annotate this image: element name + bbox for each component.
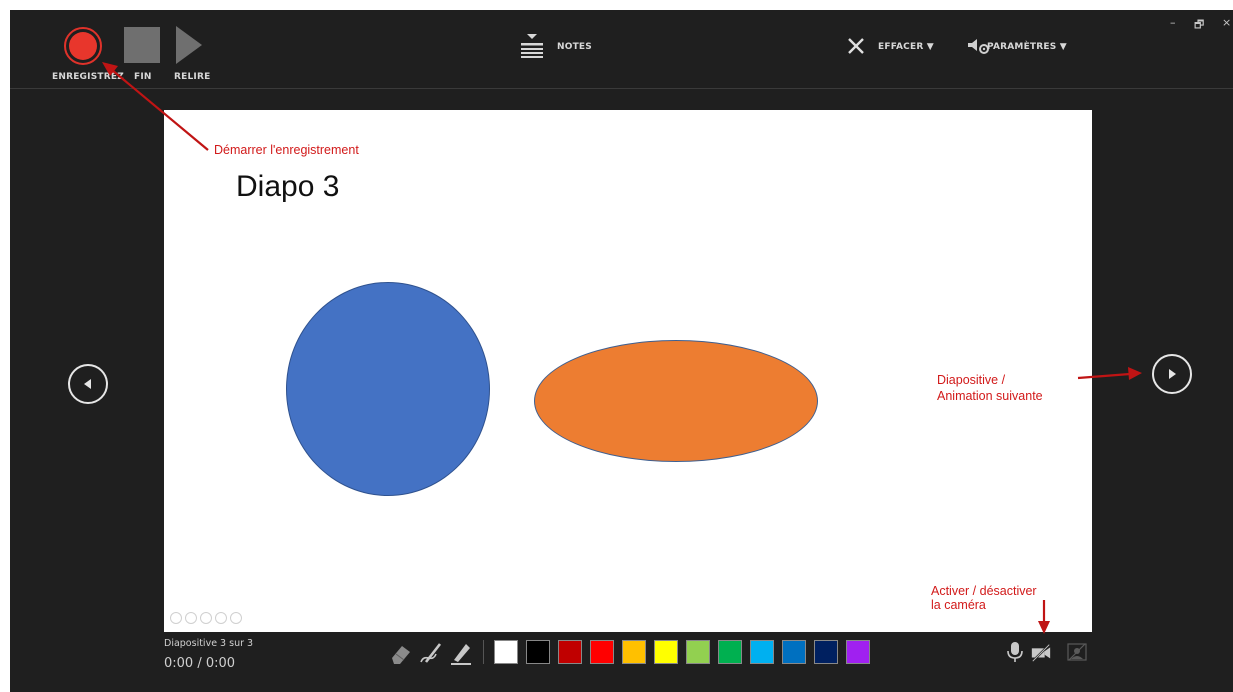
mini-more-icon[interactable] [230, 612, 242, 624]
notes-label[interactable]: NOTES [557, 42, 592, 52]
orange-ellipse-shape [534, 340, 818, 462]
color-swatch-3[interactable] [558, 640, 582, 664]
color-swatch-11[interactable] [814, 640, 838, 664]
slide-canvas: Diapo 3 [164, 110, 1092, 632]
camera-preview-icon[interactable] [1066, 640, 1088, 664]
color-swatch-1[interactable] [494, 640, 518, 664]
color-swatch-8[interactable] [718, 640, 742, 664]
mini-zoom-icon[interactable] [215, 612, 227, 624]
close-button[interactable]: × [1222, 16, 1231, 29]
annotation-next-slide-line2: Animation suivante [937, 389, 1043, 403]
color-swatch-4[interactable] [590, 640, 614, 664]
mini-pen-icon[interactable] [200, 612, 212, 624]
play-icon[interactable] [176, 26, 202, 64]
slide-counter: Diapositive 3 sur 3 [164, 638, 254, 649]
record-label[interactable]: ENREGISTREZ [52, 72, 124, 82]
camera-off-icon[interactable] [1030, 640, 1052, 664]
record-icon[interactable] [64, 27, 102, 65]
annotation-start-recording: Démarrer l'enregistrement [214, 143, 359, 157]
minimize-button[interactable]: – [1170, 16, 1176, 29]
tool-divider [483, 640, 484, 664]
close-x-icon[interactable] [848, 38, 864, 54]
slide-title: Diapo 3 [236, 170, 340, 203]
restore-button[interactable]: 🗗 [1194, 16, 1204, 35]
replay-label[interactable]: RELIRE [174, 72, 210, 82]
color-swatch-12[interactable] [846, 640, 870, 664]
chevron-left-icon [84, 379, 91, 389]
chevron-right-icon [1169, 369, 1176, 379]
annotation-next-slide-line1: Diapositive / [937, 373, 1006, 387]
blue-circle-shape [286, 282, 490, 496]
color-swatch-9[interactable] [750, 640, 774, 664]
notes-icon[interactable] [521, 34, 543, 60]
next-slide-button[interactable] [1152, 354, 1192, 394]
color-swatch-7[interactable] [686, 640, 710, 664]
color-swatch-6[interactable] [654, 640, 678, 664]
previous-slide-button[interactable] [68, 364, 108, 404]
color-swatch-10[interactable] [782, 640, 806, 664]
clear-label[interactable]: EFFACER ▼ [878, 42, 934, 52]
highlighter-icon[interactable] [448, 640, 474, 666]
recording-window: ENREGISTREZ FIN RELIRE NOTES EFFACER ▼ P… [10, 10, 1233, 692]
stop-icon[interactable] [124, 27, 160, 63]
recording-toolbar: ENREGISTREZ FIN RELIRE NOTES EFFACER ▼ P… [10, 10, 1233, 89]
annotation-camera-line2: la caméra [931, 598, 986, 612]
microphone-icon[interactable] [1004, 640, 1026, 664]
mini-prev-icon[interactable] [170, 612, 182, 624]
eraser-icon[interactable] [388, 640, 414, 666]
timer: 0:00 / 0:00 [164, 656, 236, 671]
slide-mini-toolbar [170, 612, 242, 626]
app-root: ENREGISTREZ FIN RELIRE NOTES EFFACER ▼ P… [0, 0, 1233, 692]
color-swatch-2[interactable] [526, 640, 550, 664]
annotation-camera-line1: Activer / désactiver [931, 584, 1037, 598]
mini-next-icon[interactable] [185, 612, 197, 624]
settings-label[interactable]: PARAMÈTRES ▼ [987, 42, 1067, 52]
pen-icon[interactable] [418, 640, 444, 666]
color-swatch-5[interactable] [622, 640, 646, 664]
record-dot [69, 32, 97, 60]
end-label[interactable]: FIN [134, 72, 152, 82]
